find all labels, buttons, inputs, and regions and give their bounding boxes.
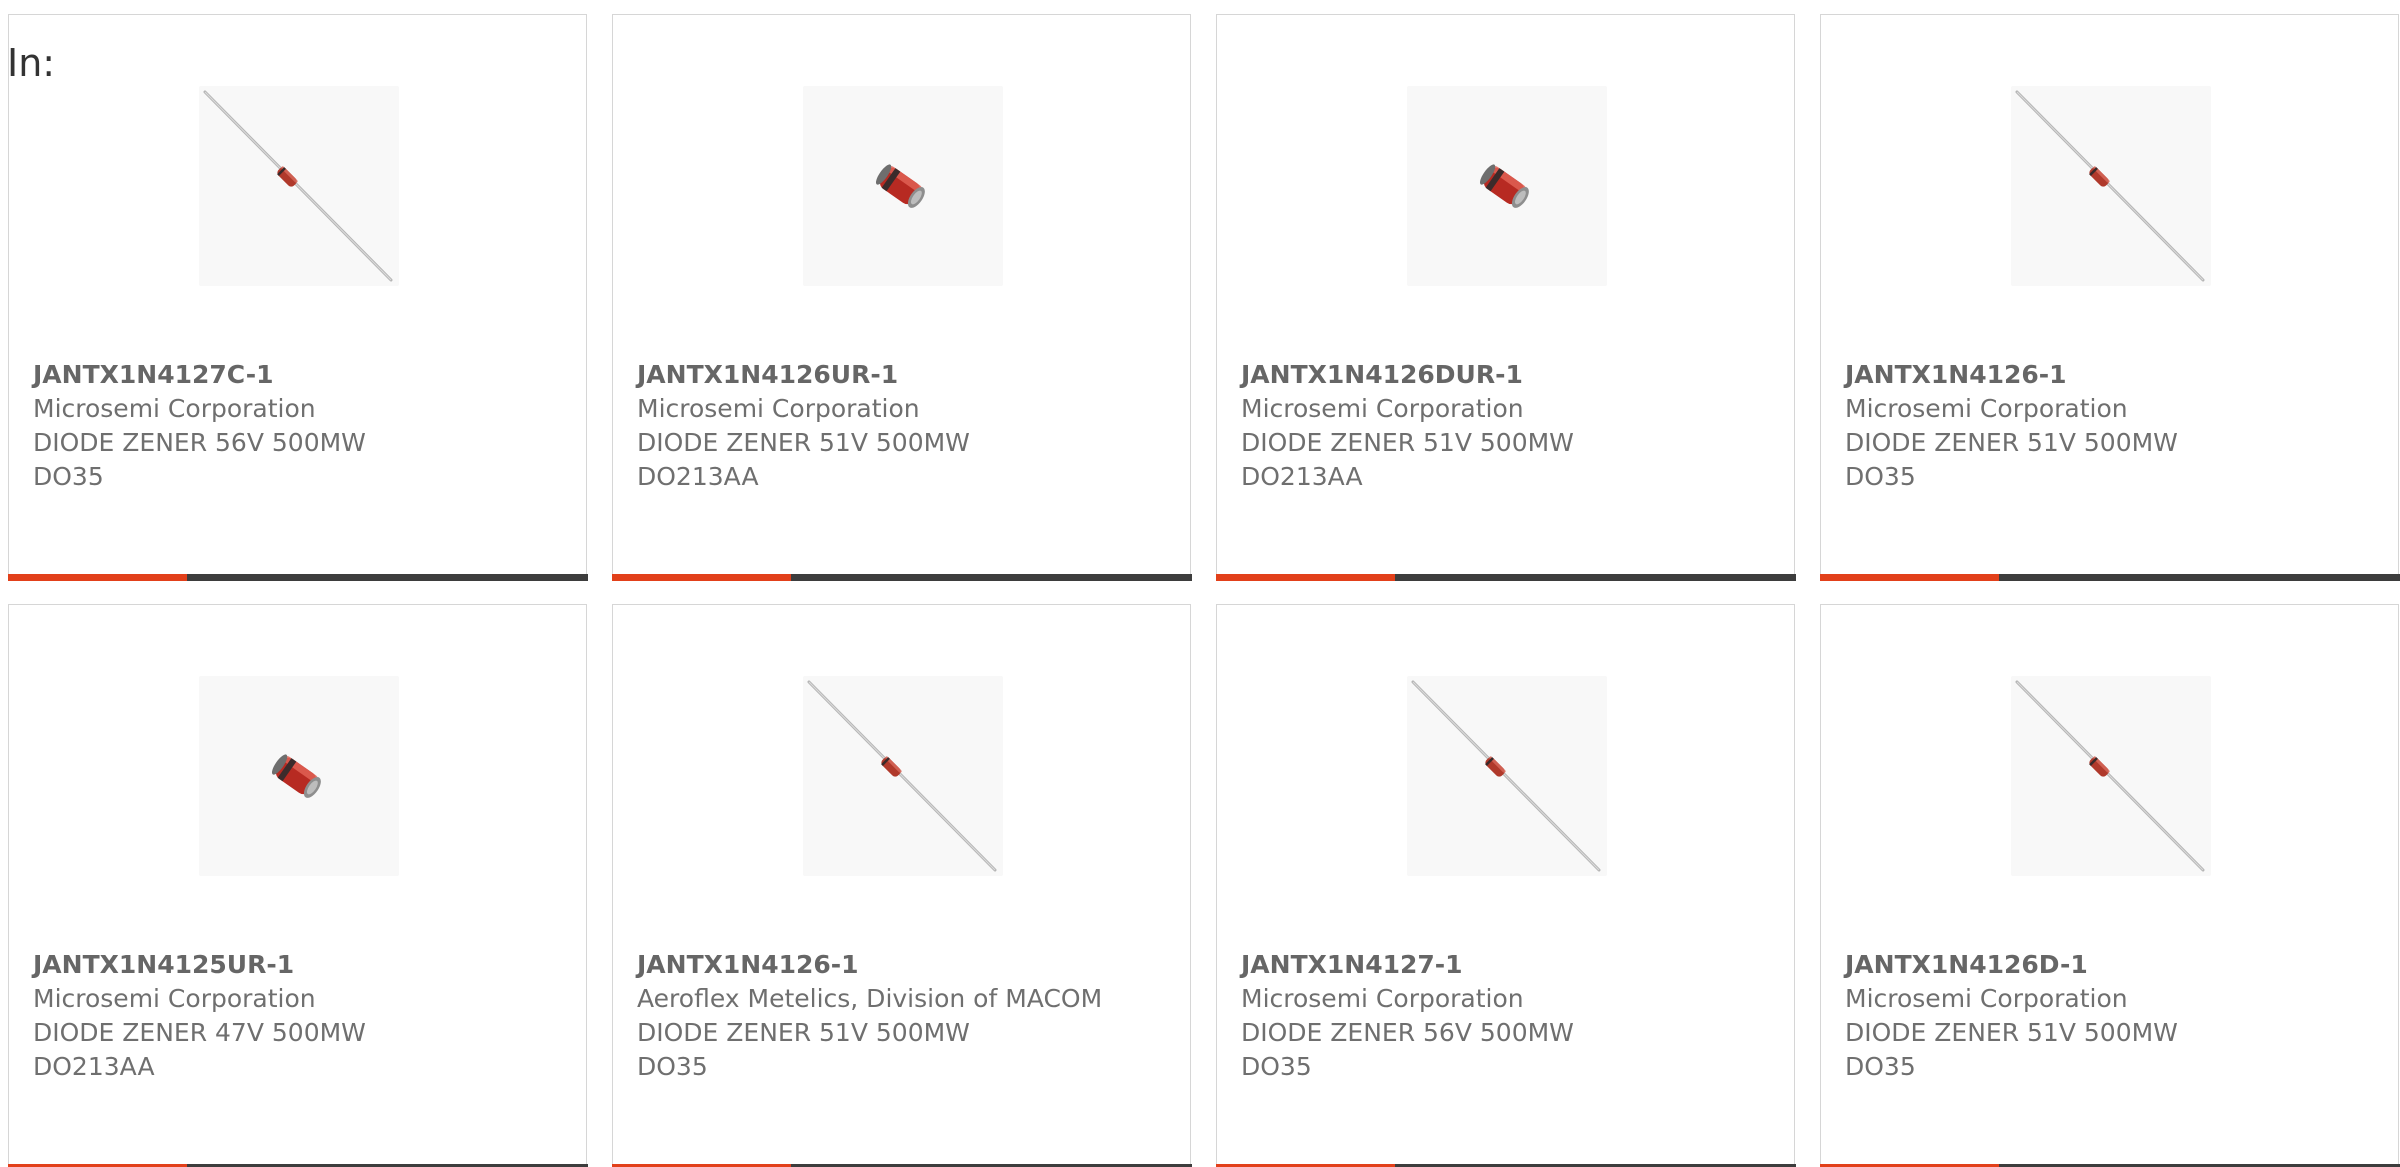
manufacturer: Microsemi Corporation (1241, 394, 1524, 423)
manufacturer: Microsemi Corporation (1241, 984, 1524, 1013)
axial-diode-icon (203, 90, 393, 282)
product-info: JANTX1N4126-1 Aeroflex Metelics, Divisio… (637, 948, 1157, 1084)
description: DIODE ZENER 51V 500MW DO35 (1845, 1018, 2178, 1081)
manufacturer: Microsemi Corporation (33, 984, 316, 1013)
product-info: JANTX1N4127-1 Microsemi Corporation DIOD… (1241, 948, 1761, 1084)
card-progress-bar (1819, 574, 2400, 581)
card-progress-fill (611, 574, 792, 581)
part-number[interactable]: JANTX1N4126DUR-1 (1241, 358, 1761, 392)
product-card[interactable]: JANTX1N4126-1 Aeroflex Metelics, Divisio… (611, 604, 1192, 1167)
product-image[interactable] (803, 676, 1003, 876)
part-number[interactable]: JANTX1N4126-1 (1845, 358, 2365, 392)
manufacturer: Aeroflex Metelics, Division of MACOM (637, 984, 1103, 1013)
part-number[interactable]: JANTX1N4127C-1 (33, 358, 553, 392)
part-number[interactable]: JANTX1N4126-1 (637, 948, 1157, 982)
card-progress-fill (1819, 574, 2000, 581)
description: DIODE ZENER 47V 500MW DO213AA (33, 1018, 366, 1081)
axial-diode-icon (2015, 90, 2205, 282)
melf-diode-icon (271, 754, 321, 798)
in-label: In: (7, 41, 56, 85)
product-card[interactable]: JANTX1N4126DUR-1 Microsemi Corporation D… (1215, 14, 1796, 581)
description: DIODE ZENER 51V 500MW DO213AA (637, 428, 970, 491)
manufacturer: Microsemi Corporation (1845, 984, 2128, 1013)
product-image[interactable] (199, 86, 399, 286)
product-image[interactable] (1407, 676, 1607, 876)
card-progress-fill (7, 574, 188, 581)
description: DIODE ZENER 56V 500MW DO35 (1241, 1018, 1574, 1081)
product-image[interactable] (2011, 676, 2211, 876)
part-number[interactable]: JANTX1N4127-1 (1241, 948, 1761, 982)
axial-diode-icon (2015, 680, 2205, 872)
product-image[interactable] (2011, 86, 2211, 286)
melf-diode-icon (875, 164, 925, 208)
product-card[interactable]: JANTX1N4126-1 Microsemi Corporation DIOD… (1819, 14, 2400, 581)
product-info: JANTX1N4126DUR-1 Microsemi Corporation D… (1241, 358, 1761, 494)
axial-diode-icon (1411, 680, 1601, 872)
card-progress-bar (7, 574, 588, 581)
product-image[interactable] (803, 86, 1003, 286)
part-number[interactable]: JANTX1N4125UR-1 (33, 948, 553, 982)
card-progress-bar (1215, 574, 1796, 581)
melf-diode-icon (1479, 164, 1529, 208)
card-progress-fill (1215, 574, 1396, 581)
description: DIODE ZENER 51V 500MW DO35 (1845, 428, 2178, 491)
product-info: JANTX1N4126-1 Microsemi Corporation DIOD… (1845, 358, 2365, 494)
product-info: JANTX1N4127C-1 Microsemi Corporation DIO… (33, 358, 553, 494)
part-number[interactable]: JANTX1N4126UR-1 (637, 358, 1157, 392)
product-info: JANTX1N4126D-1 Microsemi Corporation DIO… (1845, 948, 2365, 1084)
product-results-page: In: JANTX1N4127C-1 Microsemi Corporation… (0, 0, 2400, 1167)
product-card[interactable]: JANTX1N4126D-1 Microsemi Corporation DIO… (1819, 604, 2400, 1167)
card-progress-bar (611, 574, 1192, 581)
description: DIODE ZENER 51V 500MW DO35 (637, 1018, 970, 1081)
product-card[interactable]: JANTX1N4127-1 Microsemi Corporation DIOD… (1215, 604, 1796, 1167)
part-number[interactable]: JANTX1N4126D-1 (1845, 948, 2365, 982)
manufacturer: Microsemi Corporation (33, 394, 316, 423)
product-info: JANTX1N4125UR-1 Microsemi Corporation DI… (33, 948, 553, 1084)
product-grid: JANTX1N4127C-1 Microsemi Corporation DIO… (7, 14, 2400, 1167)
description: DIODE ZENER 56V 500MW DO35 (33, 428, 366, 491)
manufacturer: Microsemi Corporation (1845, 394, 2128, 423)
axial-diode-icon (807, 680, 997, 872)
product-card[interactable]: JANTX1N4126UR-1 Microsemi Corporation DI… (611, 14, 1192, 581)
product-card[interactable]: JANTX1N4127C-1 Microsemi Corporation DIO… (7, 14, 588, 581)
description: DIODE ZENER 51V 500MW DO213AA (1241, 428, 1574, 491)
product-info: JANTX1N4126UR-1 Microsemi Corporation DI… (637, 358, 1157, 494)
manufacturer: Microsemi Corporation (637, 394, 920, 423)
product-card[interactable]: JANTX1N4125UR-1 Microsemi Corporation DI… (7, 604, 588, 1167)
product-image[interactable] (1407, 86, 1607, 286)
product-image[interactable] (199, 676, 399, 876)
